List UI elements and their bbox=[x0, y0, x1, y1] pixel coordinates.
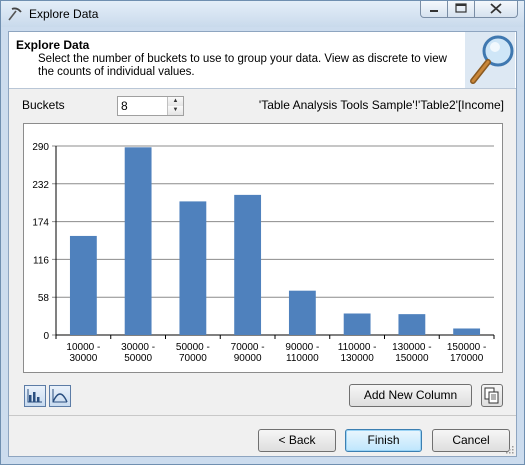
cancel-button[interactable]: Cancel bbox=[432, 429, 510, 452]
histogram-bar[interactable] bbox=[234, 194, 262, 335]
curve-view-icon bbox=[52, 389, 68, 403]
back-button[interactable]: < Back bbox=[258, 429, 336, 452]
header-description: Select the number of buckets to use to g… bbox=[38, 53, 447, 78]
minimize-icon bbox=[430, 10, 438, 12]
y-tick-label: 116 bbox=[33, 255, 49, 266]
histogram-chart: 0 58 116 174 232 290 10000 -30000 30000 -50000 5… bbox=[23, 123, 503, 373]
buckets-label: Buckets bbox=[22, 98, 65, 112]
histogram-bar[interactable] bbox=[179, 201, 207, 335]
window-title: Explore Data bbox=[29, 7, 99, 21]
bar-chart-view-icon bbox=[27, 389, 42, 403]
y-tick-label: 290 bbox=[32, 142, 49, 153]
histogram-bar[interactable] bbox=[398, 314, 426, 335]
x-tick-label: 10000 - bbox=[66, 342, 100, 353]
y-tick-label: 232 bbox=[32, 180, 49, 191]
header-title: Explore Data bbox=[16, 38, 90, 52]
close-icon bbox=[490, 3, 502, 14]
histogram-bar[interactable] bbox=[124, 147, 152, 335]
source-column-label: 'Table Analysis Tools Sample'!'Table2'[I… bbox=[258, 98, 504, 112]
buckets-value[interactable]: 8 bbox=[121, 99, 128, 113]
dialog-body: Explore Data Select the number of bucket… bbox=[8, 31, 517, 457]
footer-separator bbox=[9, 415, 516, 416]
copy-button[interactable] bbox=[481, 384, 503, 407]
histogram-svg: 0 58 116 174 232 290 10000 -30000 30000 -50000 5… bbox=[32, 142, 495, 364]
add-new-column-button[interactable]: Add New Column bbox=[349, 384, 472, 407]
minimize-button[interactable] bbox=[420, 1, 448, 18]
x-tick-label: 110000 - bbox=[338, 342, 377, 353]
histogram-bar[interactable] bbox=[343, 313, 371, 335]
bar-view-button[interactable] bbox=[24, 385, 46, 407]
copy-icon bbox=[484, 387, 499, 404]
x-tick-label: 70000 - bbox=[231, 342, 265, 353]
y-tick-label: 58 bbox=[38, 293, 50, 304]
finish-button[interactable]: Finish bbox=[345, 429, 422, 452]
wizard-header: Explore Data Select the number of bucket… bbox=[9, 32, 516, 89]
histogram-bar[interactable] bbox=[288, 290, 316, 335]
curve-view-button[interactable] bbox=[49, 385, 71, 407]
explore-data-window: Explore Data Explore Data Select the num… bbox=[0, 0, 525, 465]
x-tick-label: 170000 bbox=[450, 353, 484, 364]
close-button[interactable] bbox=[474, 1, 518, 18]
histogram-bar[interactable] bbox=[69, 235, 97, 335]
x-tick-label: 130000 bbox=[340, 353, 374, 364]
title-bar[interactable]: Explore Data bbox=[1, 1, 524, 27]
x-tick-label: 90000 bbox=[234, 353, 262, 364]
x-tick-label: 150000 - bbox=[447, 342, 486, 353]
y-tick-label: 174 bbox=[32, 218, 49, 229]
x-tick-label: 150000 bbox=[395, 353, 429, 364]
x-tick-label: 90000 - bbox=[285, 342, 319, 353]
explore-pick-icon bbox=[8, 7, 22, 21]
maximize-icon bbox=[455, 3, 467, 13]
buckets-spinner[interactable]: 8 ▲ ▼ bbox=[117, 96, 184, 116]
x-tick-label: 50000 bbox=[124, 353, 152, 364]
x-tick-label: 30000 - bbox=[121, 342, 155, 353]
x-tick-label: 110000 bbox=[286, 353, 319, 364]
magnifier-icon bbox=[465, 32, 515, 88]
histogram-bar[interactable] bbox=[453, 328, 481, 335]
maximize-button[interactable] bbox=[447, 1, 475, 18]
x-tick-label: 130000 - bbox=[392, 342, 431, 353]
spin-down-button[interactable]: ▼ bbox=[168, 106, 183, 115]
spinner-buttons: ▲ ▼ bbox=[167, 97, 183, 115]
resize-grip-icon[interactable] bbox=[504, 444, 514, 454]
x-tick-label: 70000 bbox=[179, 353, 207, 364]
y-tick-label: 0 bbox=[43, 331, 49, 342]
x-tick-label: 30000 bbox=[69, 353, 97, 364]
x-tick-label: 50000 - bbox=[176, 342, 210, 353]
